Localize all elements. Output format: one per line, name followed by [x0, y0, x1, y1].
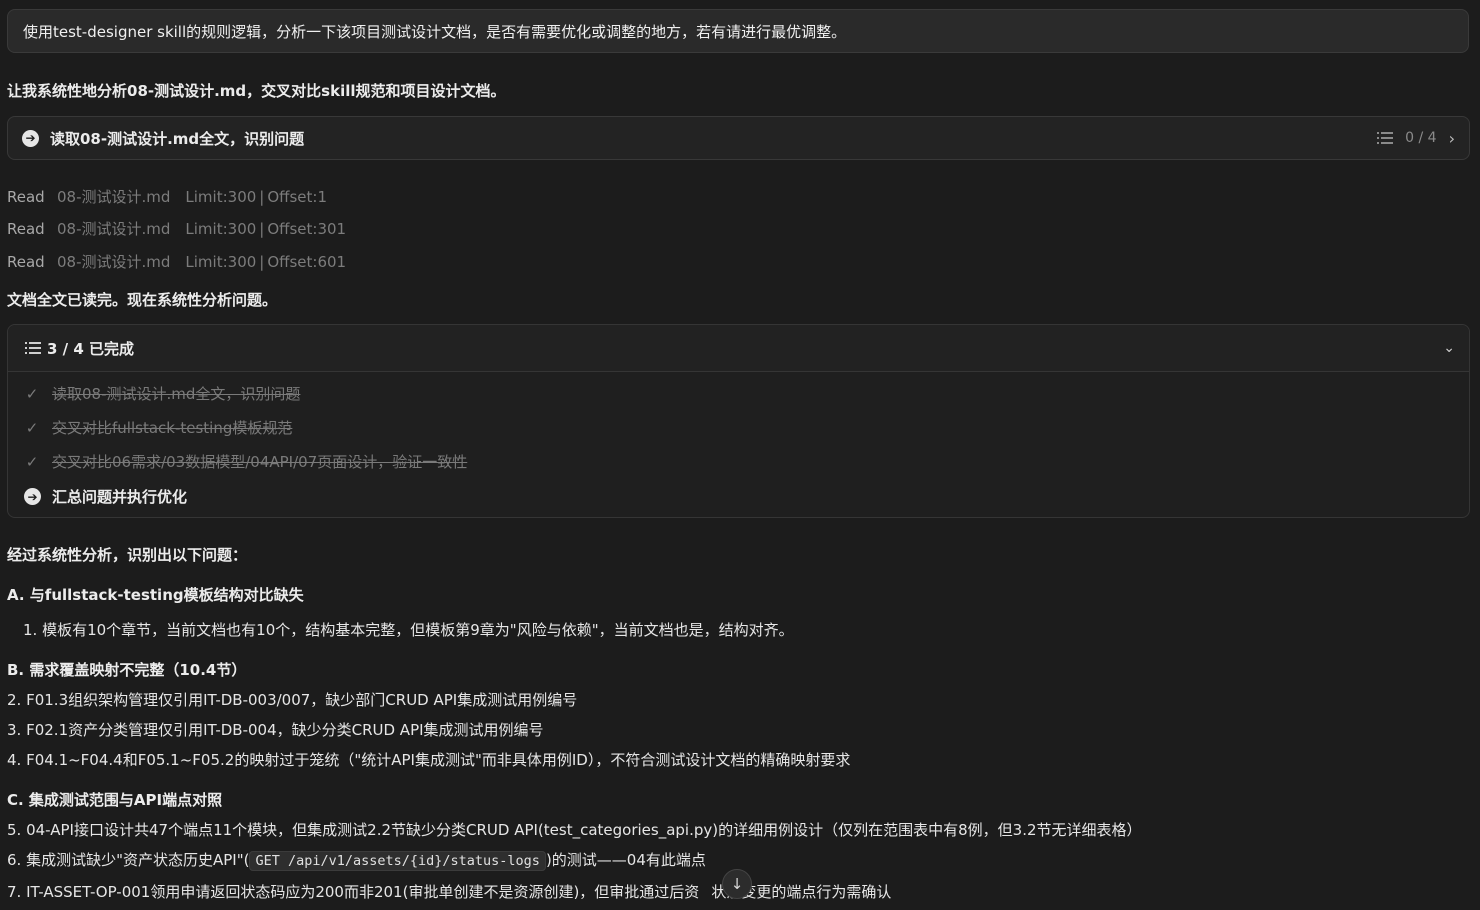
endpoint-code: GET /api/v1/assets/{id}/status-logs: [249, 851, 546, 871]
task-progress-count: 0 / 4: [1405, 130, 1437, 146]
check-icon: ✓: [25, 452, 39, 471]
user-prompt-bubble: 使用test-designer skill的规则逻辑，分析一下该项目测试设计文档…: [7, 9, 1469, 53]
todo-item-label: 读取08-测试设计.md全文，识别问题: [52, 385, 301, 403]
read-file: 08-测试设计.md: [57, 220, 171, 238]
read-file: 08-测试设计.md: [57, 188, 171, 206]
check-icon: ✓: [25, 384, 39, 403]
current-task-bar[interactable]: ➔ 读取08-测试设计.md全文，识别问题 0 / 4 ›: [7, 116, 1470, 160]
todo-header[interactable]: 3 / 4 已完成 ⌄: [8, 325, 1469, 372]
todo-panel: 3 / 4 已完成 ⌄ ✓ 读取08-测试设计.md全文，识别问题 ✓ 交叉对比…: [7, 324, 1470, 518]
list-icon: [1377, 131, 1394, 145]
chevron-down-icon[interactable]: ⌄: [1443, 340, 1455, 356]
separator: |: [259, 252, 265, 271]
read-verb: Read: [7, 219, 45, 238]
chevron-right-icon: ›: [1448, 128, 1455, 148]
read-step[interactable]: Read 08-测试设计.md Limit:300 | Offset:601: [7, 251, 346, 272]
read-offset: Offset:601: [267, 252, 347, 271]
issue-text: )的测试——04有此端点: [545, 851, 706, 869]
todo-item: ✓ 交叉对比06需求/03数据模型/04API/07页面设计，验证一致性: [23, 451, 468, 472]
list-icon: [25, 341, 41, 355]
issue-item: 1. 模板有10个章节，当前文档也有10个，结构基本完整，但模板第9章为"风险与…: [23, 621, 794, 639]
issue-item: 7. IT-ASSET-OP-001领用申请返回状态码应为200而非201(审批…: [7, 881, 891, 902]
todo-item: ➔ 汇总问题并执行优化: [23, 486, 187, 507]
todo-item-label: 汇总问题并执行优化: [52, 488, 188, 506]
analysis-heading: 经过系统性分析，识别出以下问题：: [7, 546, 248, 564]
arrow-down-icon: ↓: [730, 875, 744, 893]
issue-item: 5. 04-API接口设计共47个端点11个模块，但集成测试2.2节缺少分类CR…: [7, 821, 1142, 839]
issue-item: 6. 集成测试缺少"资产状态历史API"(GET /api/v1/assets/…: [7, 849, 706, 871]
read-step[interactable]: Read 08-测试设计.md Limit:300 | Offset:301: [7, 218, 346, 239]
read-verb: Read: [7, 187, 45, 206]
task-progress[interactable]: 0 / 4 ›: [1377, 129, 1455, 148]
arrow-right-circle-icon: ➔: [24, 488, 41, 505]
arrow-right-circle-icon: ➔: [22, 129, 39, 147]
read-limit: Limit:300: [185, 252, 257, 271]
current-task-title: 读取08-测试设计.md全文，识别问题: [50, 129, 305, 148]
issue-item: 2. F01.3组织架构管理仅引用IT-DB-003/007，缺少部门CRUD …: [7, 691, 578, 709]
issue-text: 7. IT-ASSET-OP-001领用申请返回状态码应为200而非201(审批…: [7, 883, 700, 901]
check-icon: ✓: [25, 418, 39, 437]
read-limit: Limit:300: [185, 219, 257, 238]
issue-item: 4. F04.1~F04.4和F05.1~F05.2的映射过于笼统（"统计API…: [7, 751, 851, 769]
read-file: 08-测试设计.md: [57, 253, 171, 271]
read-step[interactable]: Read 08-测试设计.md Limit:300 | Offset:1: [7, 186, 327, 207]
read-offset: Offset:1: [267, 187, 328, 206]
separator: |: [259, 187, 265, 206]
section-heading-c: C. 集成测试范围与API端点对照: [7, 791, 223, 809]
todo-item: ✓ 交叉对比fullstack-testing模板规范: [23, 417, 293, 438]
todo-item-label: 交叉对比fullstack-testing模板规范: [52, 419, 293, 437]
todo-item-label: 交叉对比06需求/03数据模型/04API/07页面设计，验证一致性: [52, 453, 468, 471]
read-limit: Limit:300: [185, 187, 257, 206]
issue-item: 3. F02.1资产分类管理仅引用IT-DB-004，缺少分类CRUD API集…: [7, 721, 544, 739]
separator: |: [259, 219, 265, 238]
issue-text: 6. 集成测试缺少"资产状态历史API"(: [7, 851, 250, 869]
read-offset: Offset:301: [267, 219, 347, 238]
status-message: 文档全文已读完。现在系统性分析问题。: [7, 291, 278, 309]
section-heading-a: A. 与fullstack-testing模板结构对比缺失: [7, 586, 304, 604]
todo-item: ✓ 读取08-测试设计.md全文，识别问题: [23, 383, 301, 404]
user-prompt-text: 使用test-designer skill的规则逻辑，分析一下该项目测试设计文档…: [23, 22, 847, 41]
intro-text: 让我系统性地分析08-测试设计.md，交叉对比skill规范和项目设计文档。: [7, 82, 506, 100]
read-verb: Read: [7, 252, 45, 271]
section-heading-b: B. 需求覆盖映射不完整（10.4节）: [7, 661, 247, 679]
todo-progress-label: 3 / 4 已完成: [47, 339, 135, 358]
scroll-to-bottom-button[interactable]: ↓: [722, 869, 752, 899]
